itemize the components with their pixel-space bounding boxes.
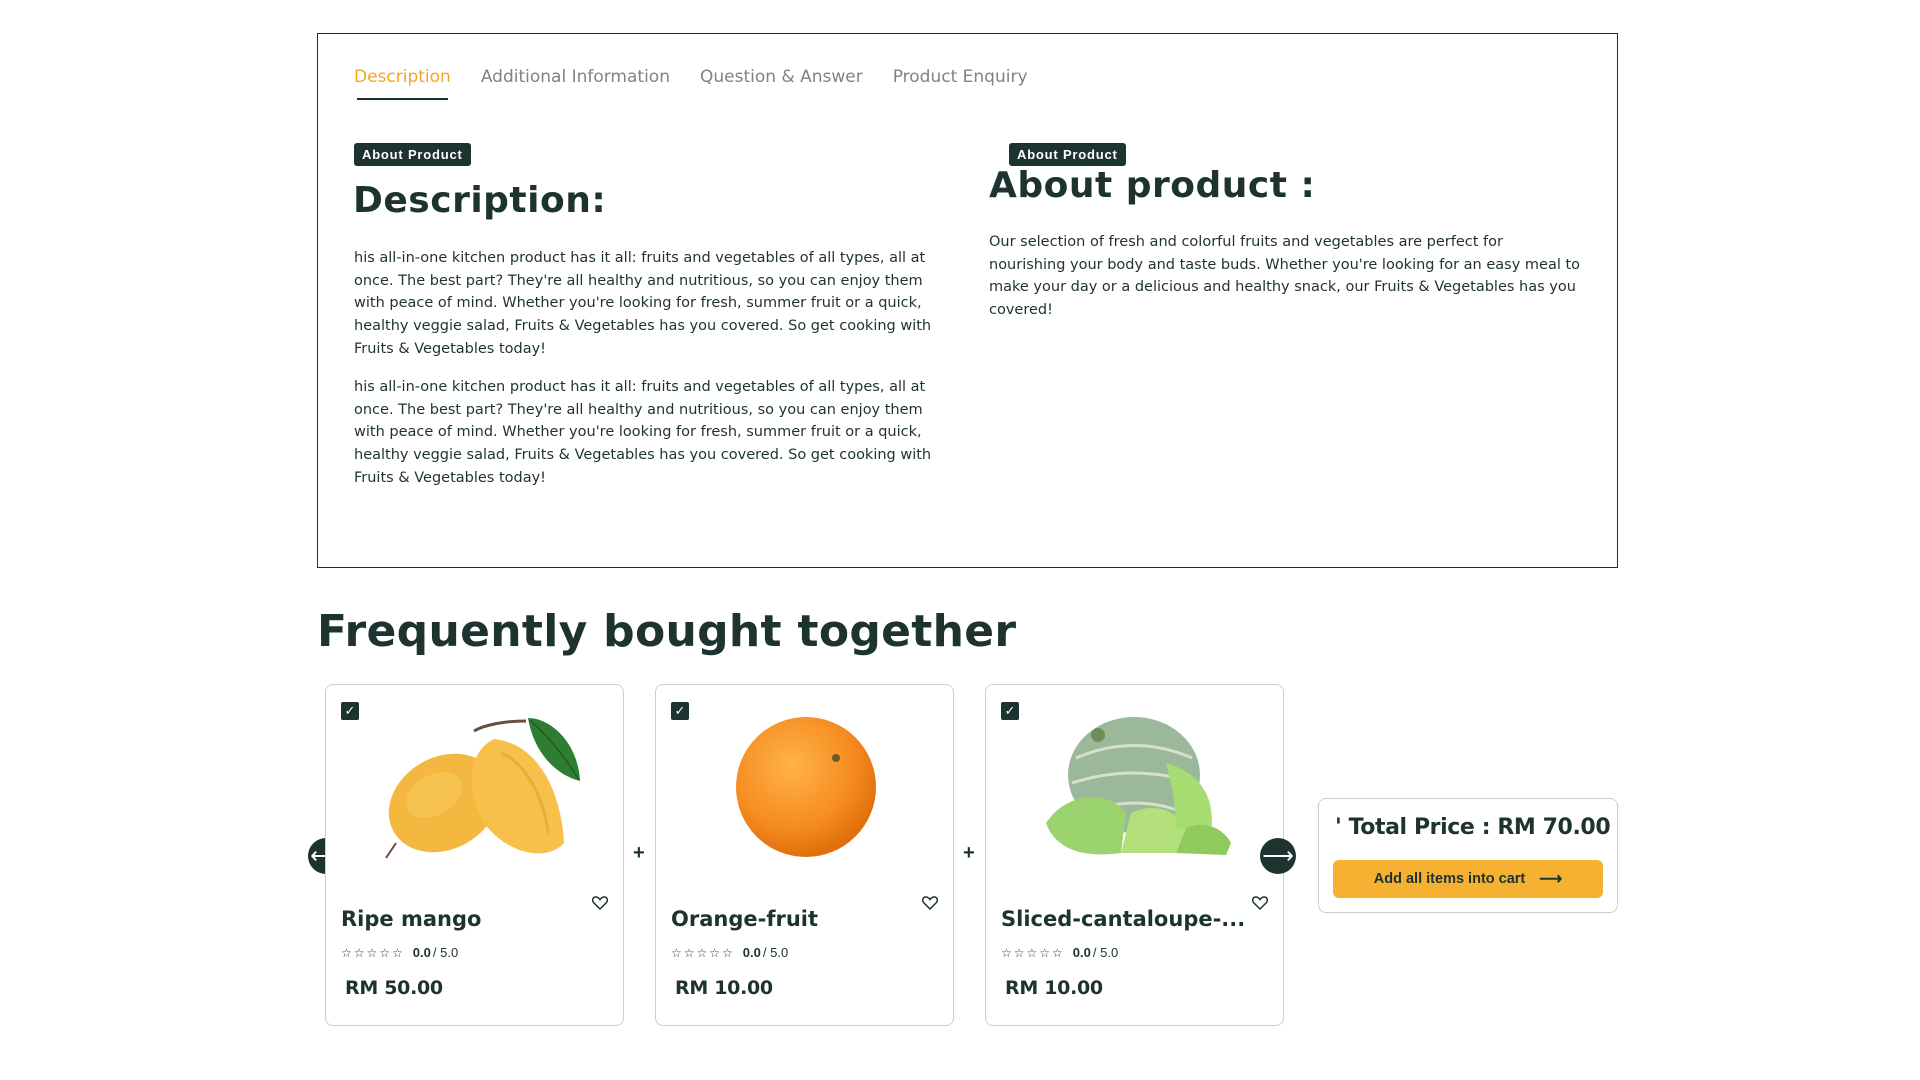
rating-max: / 5.0 — [1092, 945, 1119, 960]
rating-max: / 5.0 — [432, 945, 459, 960]
product-name[interactable]: Sliced-cantaloupe-... — [1001, 907, 1271, 931]
carousel-next-button[interactable]: ⟶ — [1260, 838, 1296, 874]
about-heading: About product : — [989, 165, 1316, 206]
rating-stars-icon: ☆☆☆☆☆ — [341, 945, 405, 960]
description-paragraph-2: his all-in-one kitchen product has it al… — [354, 379, 932, 486]
tab-description[interactable]: Description — [354, 67, 451, 100]
add-all-to-cart-button[interactable]: Add all items into cart ⟶ — [1333, 860, 1603, 898]
fbt-title: Frequently bought together — [317, 606, 1017, 657]
rating-score: 0.0 — [412, 945, 431, 960]
product-price: RM 50.00 — [345, 977, 443, 999]
product-price: RM 10.00 — [1005, 977, 1103, 999]
about-paragraph: Our selection of fresh and colorful frui… — [989, 234, 1581, 319]
rating-stars-icon: ☆☆☆☆☆ — [671, 945, 735, 960]
arrow-right-icon: ⟶ — [1539, 871, 1563, 888]
select-checkbox[interactable]: ✓ — [341, 702, 359, 720]
description-paragraph-1: his all-in-one kitchen product has it al… — [354, 250, 932, 357]
product-rating: ☆☆☆☆☆ 0.0 / 5.0 — [341, 945, 458, 960]
description-badge: About Product — [354, 143, 471, 166]
rating-score: 0.0 — [1072, 945, 1091, 960]
product-info-panel: Description Additional Information Quest… — [317, 33, 1618, 568]
product-rating: ☆☆☆☆☆ 0.0 / 5.0 — [1001, 945, 1118, 960]
about-badge: About Product — [1009, 143, 1126, 166]
product-rating: ☆☆☆☆☆ 0.0 / 5.0 — [671, 945, 788, 960]
total-price-box: ' Total Price : RM 70.00 Add all items i… — [1318, 798, 1618, 913]
product-card-cantaloupe[interactable]: ✓ Sliced-cantaloupe-... ☆☆☆☆☆ 0.0 / 5.0 … — [985, 684, 1284, 1026]
tab-product-enquiry[interactable]: Product Enquiry — [893, 67, 1028, 87]
total-price: ' Total Price : RM 70.00 — [1335, 815, 1611, 840]
add-all-label: Add all items into cart — [1373, 871, 1526, 887]
select-checkbox[interactable]: ✓ — [1001, 702, 1019, 720]
rating-score: 0.0 — [742, 945, 761, 960]
rating-stars-icon: ☆☆☆☆☆ — [1001, 945, 1065, 960]
mango-image — [385, 718, 580, 859]
rating-max: / 5.0 — [762, 945, 789, 960]
product-name[interactable]: Ripe mango — [341, 907, 611, 931]
tab-additional-information[interactable]: Additional Information — [481, 67, 670, 87]
plus-separator: + — [963, 842, 975, 864]
description-heading: Description: — [353, 180, 607, 221]
arrow-right-icon: ⟶ — [1262, 843, 1294, 868]
product-price: RM 10.00 — [675, 977, 773, 999]
product-card-orange[interactable]: ✓ Orange-fruit ☆☆☆☆☆ 0.0 / 5.0 RM 10.00 — [655, 684, 954, 1026]
product-name[interactable]: Orange-fruit — [671, 907, 941, 931]
plus-separator: + — [633, 842, 645, 864]
select-checkbox[interactable]: ✓ — [671, 702, 689, 720]
tab-question-answer[interactable]: Question & Answer — [700, 67, 863, 87]
orange-image — [736, 717, 876, 857]
cantaloupe-image — [1046, 717, 1231, 855]
product-card-mango[interactable]: ✓ Ripe mango ☆☆☆☆☆ 0.0 / 5.0 RM 50.00 — [325, 684, 624, 1026]
tab-bar: Description Additional Information Quest… — [354, 67, 1058, 100]
